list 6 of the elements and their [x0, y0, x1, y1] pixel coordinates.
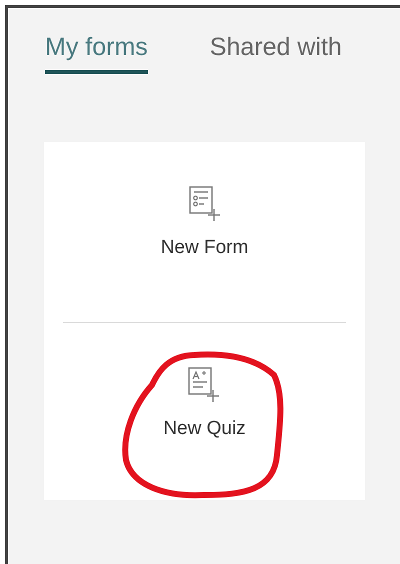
tab[interactable]: Shared with: [210, 30, 342, 74]
form-list-plus-icon: [188, 186, 220, 222]
tab[interactable]: My forms: [45, 30, 148, 74]
new-quiz-button[interactable]: New Quiz: [163, 367, 246, 441]
quiz-list-plus-icon: [188, 367, 220, 403]
new-form-button[interactable]: New Form: [160, 186, 248, 260]
